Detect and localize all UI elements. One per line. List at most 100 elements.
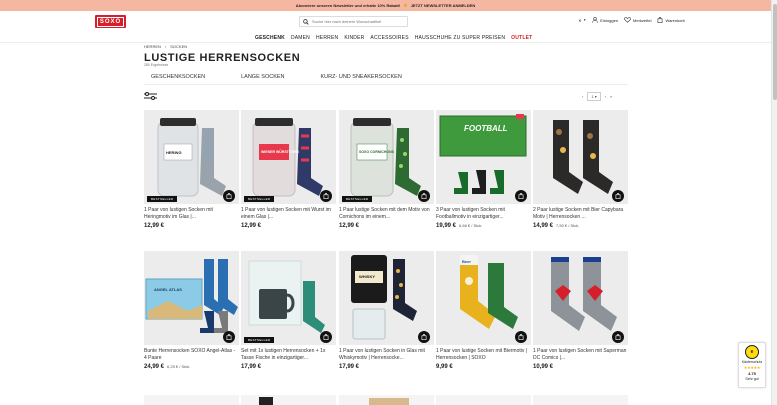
- product-name[interactable]: 1 Paar von lustigen Socken mit Heringmot…: [144, 207, 239, 220]
- heart-icon: [624, 17, 631, 23]
- product-card-partial[interactable]: [339, 395, 434, 405]
- add-to-cart-button[interactable]: [418, 190, 430, 202]
- product-name[interactable]: 1 Paar von lustigen Socken in Glas mit W…: [339, 348, 434, 361]
- product-image[interactable]: WIENER WÜRSTCHEN BESTSELLER: [241, 110, 336, 204]
- product-price: 17,99 €: [241, 364, 262, 370]
- add-to-cart-button[interactable]: [515, 190, 527, 202]
- jar-illustration: [252, 118, 323, 197]
- product-card[interactable]: 1 Paar von lustigen Socken mit Superman …: [533, 251, 628, 370]
- last-page-icon[interactable]: »: [610, 94, 612, 99]
- jar-label: WIENER WÜRSTCHEN: [261, 150, 299, 154]
- promo-bar[interactable]: Abonniere unseren Newsletter und erhalte…: [0, 0, 771, 11]
- trust-verdict: Sehr gut: [745, 377, 759, 381]
- product-image[interactable]: SOXO CORNICHONS BESTSELLER: [339, 110, 434, 204]
- shopping-bag-icon: [658, 17, 663, 23]
- filter-icon[interactable]: [144, 92, 157, 100]
- product-price: 9,99 €: [436, 364, 453, 370]
- scrollbar-thumb[interactable]: [773, 4, 777, 100]
- shopping-bag-icon: [615, 193, 621, 199]
- product-card[interactable]: FOOTBALL 3 Paar von lustigen Socken mit …: [436, 110, 531, 229]
- chevron-down-icon: ▼: [583, 18, 587, 22]
- add-to-cart-button[interactable]: [515, 331, 527, 343]
- product-card[interactable]: SOXO CORNICHONS BESTSELLER 1 Paar lustig…: [339, 110, 434, 229]
- product-image[interactable]: Beer: [436, 251, 531, 345]
- add-to-cart-button[interactable]: [612, 190, 624, 202]
- product-name[interactable]: 1 Paar lustige Socken mit dem Motiv von …: [339, 207, 434, 220]
- user-icon: [592, 17, 598, 23]
- add-to-cart-button[interactable]: [223, 331, 235, 343]
- product-card[interactable]: BESTSELLER Set mit 1x lustigen Herrensoc…: [241, 251, 336, 370]
- trust-title: Käuferschutz: [741, 360, 763, 364]
- tab-geschenksocken[interactable]: GESCHENKSOCKEN: [151, 74, 205, 80]
- prev-page-icon[interactable]: ‹: [582, 94, 583, 99]
- promo-cta[interactable]: JETZT NEWSLETTER ANMELDEN: [411, 3, 476, 8]
- trusted-shops-icon: e: [745, 345, 759, 359]
- product-price: 12,99 €: [144, 223, 165, 229]
- tab-kurz-sneakersocken[interactable]: KURZ- UND SNEAKERSOCKEN: [321, 74, 402, 80]
- product-image[interactable]: HERING BESTSELLER: [144, 110, 239, 204]
- product-image[interactable]: [533, 251, 628, 345]
- product-name[interactable]: Bunte Herrensocken SOXO Angel-Atlas - 4 …: [144, 348, 239, 361]
- star-rating-icon: ★★★★★: [743, 365, 761, 370]
- product-name[interactable]: 1 Paar von lustige Socken mit Biermotiv …: [436, 348, 531, 361]
- badge: BESTSELLER: [244, 337, 275, 343]
- add-to-cart-button[interactable]: [320, 190, 332, 202]
- product-name[interactable]: 1 Paar von lustigen Socken mit Superman …: [533, 348, 628, 361]
- product-image[interactable]: BESTSELLER: [241, 251, 336, 345]
- product-image[interactable]: FOOTBALL: [436, 110, 531, 204]
- product-image-partial: [369, 398, 409, 405]
- add-to-cart-button[interactable]: [418, 331, 430, 343]
- product-card-partial[interactable]: [241, 395, 336, 405]
- shopping-bag-icon: [323, 334, 329, 340]
- product-image[interactable]: [533, 110, 628, 204]
- product-card-partial[interactable]: [144, 395, 239, 405]
- trust-rating: 4.79: [748, 371, 756, 376]
- product-image[interactable]: WHISKY: [339, 251, 434, 345]
- wishlist-link[interactable]: Merkzettel: [624, 17, 651, 23]
- add-to-cart-button[interactable]: [612, 331, 624, 343]
- product-card[interactable]: WIENER WÜRSTCHEN BESTSELLER 1 Paar von l…: [241, 110, 336, 229]
- soxo-logo[interactable]: SOXO: [95, 15, 126, 28]
- product-image[interactable]: ANGEL ATLAS: [144, 251, 239, 345]
- add-to-cart-button[interactable]: [223, 190, 235, 202]
- product-card[interactable]: Beer 1 Paar von lustige Socken mit Bierm…: [436, 251, 531, 370]
- page-select[interactable]: 1 ▾: [587, 92, 601, 101]
- trusted-shops-badge[interactable]: e Käuferschutz ★★★★★ 4.79 Sehr gut: [738, 342, 766, 388]
- product-name[interactable]: 1 Paar von lustigen Socken mit Wurst im …: [241, 207, 336, 220]
- tab-lange-socken[interactable]: LANGE SOCKEN: [241, 74, 284, 80]
- cart-link[interactable]: Warenkorb: [657, 17, 685, 23]
- jar-label: HERING: [166, 150, 182, 155]
- product-card[interactable]: WHISKY 1 Paar von lustigen Socken in Gla…: [339, 251, 434, 370]
- search-icon: [303, 18, 309, 25]
- star-icon: ★: [403, 2, 408, 9]
- product-name[interactable]: Set mit 1x lustigen Herrensocken + 1x Ta…: [241, 348, 336, 361]
- currency-selector[interactable]: € ▼: [579, 18, 586, 23]
- login-link[interactable]: Einloggen: [592, 17, 618, 23]
- product-name[interactable]: 3 Paar von lustigen Socken mit Footballm…: [436, 207, 531, 220]
- product-card-partial[interactable]: [436, 395, 531, 405]
- shopping-bag-icon: [323, 193, 329, 199]
- product-card[interactable]: ANGEL ATLAS Bunte Herrensocken SOXO Ange…: [144, 251, 239, 370]
- breadcrumb-socken[interactable]: SOCKEN: [170, 44, 187, 49]
- next-page-icon[interactable]: ›: [605, 94, 606, 99]
- promo-text: Abonniere unseren Newsletter und erhalte…: [295, 3, 401, 8]
- jar-label: WHISKY: [359, 274, 375, 279]
- product-name[interactable]: 2 Paar lustige Socken mit Bier Capybara …: [533, 207, 628, 220]
- chevron-right-icon: ›: [164, 44, 167, 49]
- jar-label: SOXO CORNICHONS: [359, 150, 395, 154]
- search-box[interactable]: [299, 16, 408, 27]
- jar-illustration: [157, 118, 226, 197]
- search-input[interactable]: [312, 19, 402, 24]
- add-to-cart-button[interactable]: [320, 331, 332, 343]
- product-card[interactable]: HERING BESTSELLER 1 Paar von lustigen So…: [144, 110, 239, 229]
- product-card-partial[interactable]: [533, 395, 628, 405]
- breadcrumb: HERREN › SOCKEN: [144, 44, 187, 49]
- breadcrumb-herren[interactable]: HERREN: [144, 44, 161, 49]
- shopping-bag-icon: [421, 334, 427, 340]
- jar-illustration: [350, 118, 421, 197]
- badge: BESTSELLER: [342, 196, 373, 202]
- product-price: 14,99 €7,50 € / Stck.: [533, 223, 580, 229]
- product-card[interactable]: 2 Paar lustige Socken mit Bier Capybara …: [533, 110, 628, 229]
- page-scrollbar[interactable]: [771, 0, 777, 405]
- nav-divider: [0, 42, 771, 43]
